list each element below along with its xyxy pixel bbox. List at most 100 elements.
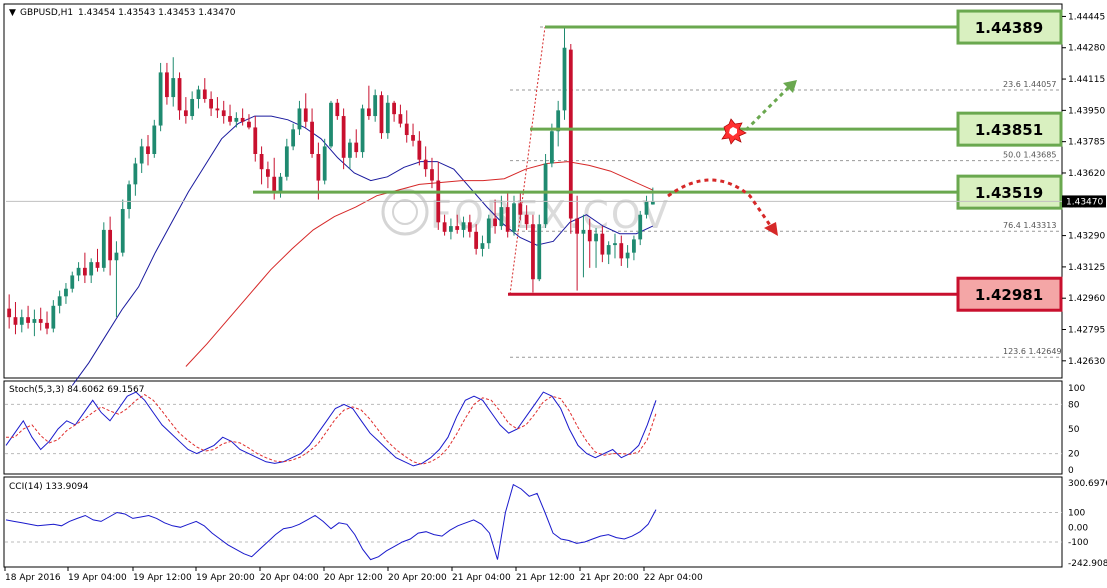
- stoch-tick-label: 80: [1068, 400, 1080, 410]
- candle-body: [392, 102, 396, 115]
- trading-chart: ▼ GBPUSD,H1 1.43454 1.43543 1.43453 1.43…: [3, 3, 1107, 583]
- stoch-panel-frame: [3, 380, 1063, 475]
- level-label: 1.43851: [975, 121, 1043, 139]
- watermark-text: FOREX.COV: [430, 193, 670, 237]
- candle-body: [606, 245, 611, 255]
- time-tick-label: 18 Apr 2016: [5, 573, 61, 583]
- chart-header-ohlc: 1.43454 1.43543 1.43453 1.43470: [78, 8, 236, 18]
- candle-body: [461, 222, 466, 230]
- candle-body: [101, 229, 106, 268]
- candle-body: [45, 322, 49, 329]
- candle-body: [467, 222, 472, 232]
- candle-body: [76, 267, 81, 276]
- candle-body: [316, 154, 321, 181]
- cci-tick-label: 100: [1068, 509, 1085, 519]
- candle-body: [247, 121, 251, 128]
- candle-body: [177, 78, 182, 111]
- time-tick-label: 21 Apr 12:00: [516, 573, 575, 583]
- candle-body: [7, 308, 12, 318]
- candle-body: [549, 131, 554, 164]
- candle-body: [329, 102, 333, 147]
- candle-body: [493, 218, 497, 227]
- candle-body: [417, 140, 422, 160]
- candle-body: [13, 317, 18, 325]
- candle-body: [310, 121, 314, 154]
- candle-body: [152, 125, 157, 154]
- candle-body: [581, 229, 586, 234]
- fib-label: 23.6 1.44057: [1003, 80, 1056, 89]
- candle-body: [543, 163, 548, 225]
- time-tick-label: 19 Apr 12:00: [133, 573, 192, 583]
- time-tick-label: 19 Apr 04:00: [68, 573, 127, 583]
- stoch-tick-label: 50: [1068, 425, 1080, 435]
- candle-body: [19, 317, 24, 325]
- candle-body: [373, 95, 378, 117]
- time-tick-label: 20 Apr 04:00: [260, 573, 319, 583]
- candle-body: [499, 207, 504, 227]
- collapse-arrow-icon[interactable]: ▼: [9, 8, 16, 18]
- candle-body: [108, 229, 113, 261]
- stoch-tick-label: 0: [1068, 466, 1074, 476]
- candle-body: [259, 154, 264, 170]
- candle-body: [253, 127, 258, 154]
- time-tick-label: 20 Apr 20:00: [388, 573, 447, 583]
- candle-body: [95, 262, 100, 268]
- cci-tick-label: -242.9084: [1068, 559, 1107, 569]
- level-label: 1.43519: [975, 184, 1043, 202]
- candle-body: [575, 218, 580, 234]
- stoch-indicator-label: Stoch(5,3,3) 84.6062 69.1567: [9, 385, 144, 395]
- candle-body: [486, 218, 491, 244]
- candle-body: [183, 110, 188, 117]
- candle-body: [423, 159, 428, 170]
- candle-body: [587, 229, 592, 242]
- candle-body: [266, 169, 270, 177]
- current-price-label: 1.43470: [1066, 197, 1103, 207]
- candle-body: [114, 252, 119, 261]
- candle-body: [146, 146, 150, 154]
- cci-tick-label: 0.00: [1068, 523, 1088, 533]
- price-tick-label: 1.43620: [1068, 169, 1105, 179]
- price-tick-label: 1.42795: [1068, 326, 1105, 336]
- candle-body: [209, 98, 213, 109]
- stoch-tick-label: 100: [1068, 384, 1085, 394]
- candle-body: [196, 89, 201, 99]
- candle-body: [297, 108, 302, 130]
- candle-body: [562, 47, 567, 111]
- candle-body: [613, 243, 617, 246]
- candle-body: [600, 233, 605, 255]
- candle-body: [278, 176, 283, 192]
- cci-indicator-label: CCI(14) 133.9094: [9, 482, 89, 492]
- candle-body: [632, 239, 636, 253]
- candle-body: [234, 117, 239, 122]
- price-tick-label: 1.42630: [1068, 357, 1105, 367]
- price-tick-label: 1.44280: [1068, 44, 1105, 54]
- candle-body: [133, 163, 138, 185]
- time-tick-label: 20 Apr 12:00: [324, 573, 383, 583]
- candle-body: [57, 296, 62, 306]
- price-tick-label: 1.43290: [1068, 232, 1105, 242]
- candle-body: [537, 224, 542, 280]
- time-tick-label: 19 Apr 20:00: [196, 573, 255, 583]
- level-label: 1.44389: [975, 19, 1043, 37]
- candle-body: [531, 224, 535, 280]
- candle-body: [26, 317, 30, 323]
- candle-body: [202, 89, 207, 99]
- candle-body: [480, 243, 485, 249]
- candle-body: [51, 305, 56, 329]
- fib-label: 50.0 1.43685: [1003, 151, 1056, 160]
- candle-body: [430, 169, 434, 181]
- candle-body: [190, 98, 195, 117]
- fib-label: 123.6 1.42649: [1003, 347, 1062, 356]
- candle-body: [158, 72, 163, 126]
- candle-body: [215, 108, 220, 111]
- candle-body: [139, 146, 144, 164]
- candle-body: [272, 176, 277, 192]
- candle-body: [70, 275, 75, 289]
- time-tick-label: 22 Apr 04:00: [644, 573, 703, 583]
- candle-body: [89, 262, 94, 276]
- candle-body: [127, 184, 131, 210]
- time-tick-label: 21 Apr 04:00: [452, 573, 511, 583]
- candle-body: [120, 209, 125, 253]
- candle-body: [284, 146, 289, 177]
- chart-header-symbol: GBPUSD,H1: [20, 8, 73, 18]
